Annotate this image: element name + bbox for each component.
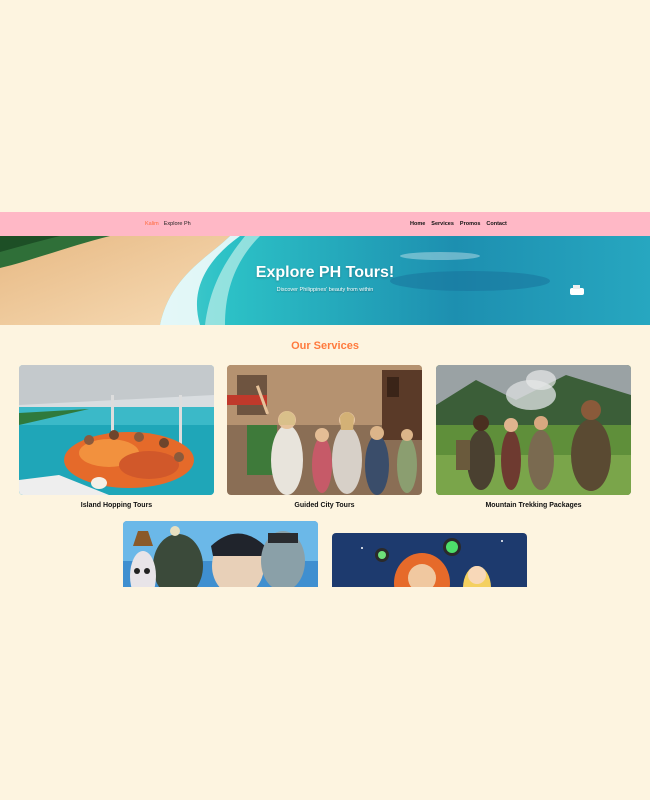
hero-banner: Explore PH Tours! Discover Philippines' … [0,236,650,325]
nav-link-promos[interactable]: Promos [460,221,480,227]
services-heading: Our Services [291,340,359,352]
nav-link-contact[interactable]: Contact [486,221,506,227]
service-card-island-hopping[interactable]: Island Hopping Tours [19,365,214,509]
boat-tour-photo[interactable] [19,365,214,495]
nav-links: Home Services Promos Contact [410,212,507,236]
nav-link-services[interactable]: Services [431,221,454,227]
navbar: Kalim Explore Ph Home Services Promos Co… [0,212,650,236]
service-card-city-tours[interactable]: Guided City Tours [227,365,422,509]
city-tour-photo[interactable] [227,365,422,495]
jungle-adventure-photo[interactable] [436,365,631,495]
service-card-4[interactable] [123,521,318,587]
service-card-title: Guided City Tours [294,502,355,509]
brand-logo[interactable]: Kalim [145,221,159,227]
animated-monsters-poster[interactable] [123,521,318,587]
page-viewport: Kalim Explore Ph Home Services Promos Co… [0,212,650,587]
service-card-title: Island Hopping Tours [80,502,153,509]
nav-link-home[interactable]: Home [410,221,425,227]
service-card-mountain-trekking[interactable]: Mountain Trekking Packages [436,365,631,509]
service-card-5[interactable] [332,533,527,587]
brand[interactable]: Kalim Explore Ph [145,212,191,236]
hero-title: Explore PH Tours! [255,264,395,281]
hero-subtitle: Discover Philippines' beauty from within [276,287,374,293]
space-cartoon-poster[interactable] [332,533,527,587]
service-card-title: Mountain Trekking Packages [485,502,582,509]
hero-text: Explore PH Tours! Discover Philippines' … [0,236,650,325]
brand-name[interactable]: Explore Ph [164,221,191,227]
